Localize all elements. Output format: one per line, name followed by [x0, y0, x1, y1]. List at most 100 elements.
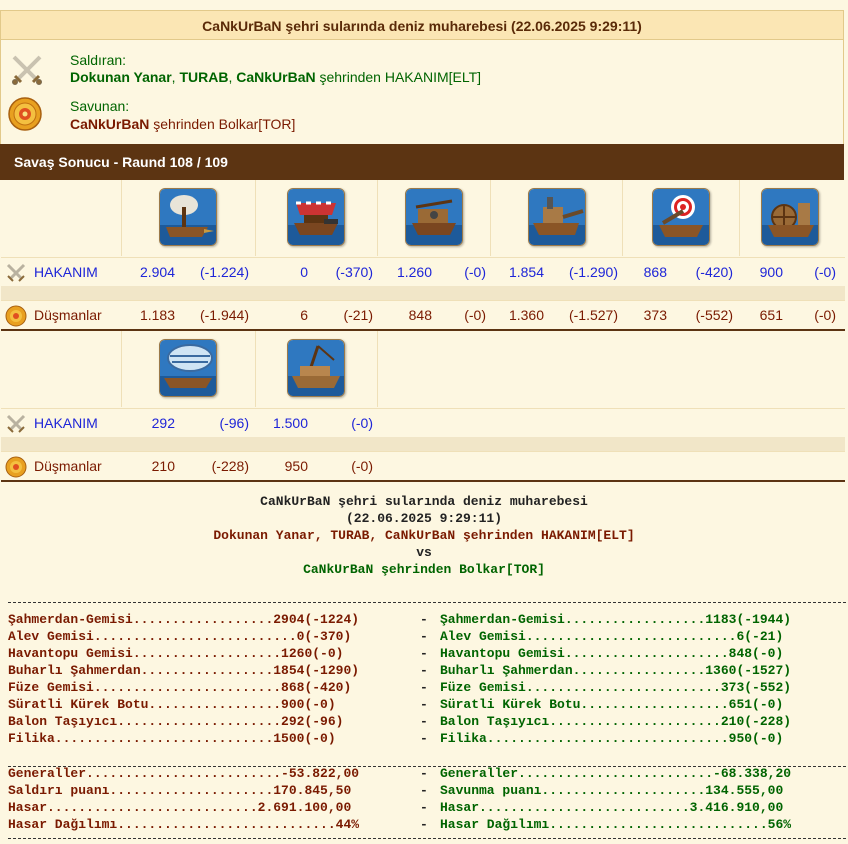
attacker-row-label: HAKANIM [1, 409, 121, 437]
report-unit-attacker: Füze Gemisi........................868(-… [8, 680, 352, 695]
report-title: CaNkUrBaN şehri sularında deniz muharebe… [260, 494, 588, 509]
attacker-player-2[interactable]: TURAB [179, 69, 228, 85]
report-stat-attacker: Generaller.........................-53.8… [8, 766, 360, 781]
report-unit-attacker: Süratli Kürek Botu.................900(-… [8, 697, 336, 712]
report-unit-defender: Havantopu Gemisi.....................848… [440, 646, 784, 661]
defender-row-1: Düşmanlar 1.183 (-1.944) 6 (-21) 848 (-0… [1, 300, 845, 329]
ballista-ship-icon[interactable] [405, 188, 463, 246]
report-separator: - [420, 680, 428, 695]
report-unit-defender: Süratli Kürek Botu...................651… [440, 697, 784, 712]
attacker-player-3[interactable]: CaNkUrBaN [236, 69, 315, 85]
report-unit-attacker: Havantopu Gemisi...................1260(… [8, 646, 344, 661]
report-stat-defender: Savunma puanı.....................134.55… [440, 783, 784, 798]
report-separator: - [420, 663, 428, 678]
unit-loss: (-0) [814, 307, 836, 323]
unit-cell [256, 180, 378, 256]
battle-info-panel: Saldıran: Dokunan Yanar, TURAB, CaNkUrBa… [0, 40, 844, 144]
attacker-row-2: HAKANIM 292 (-96) 1.500 (-0) [1, 408, 845, 437]
attacker-player-1[interactable]: Dokunan Yanar [70, 69, 172, 85]
unit-loss: (-0) [464, 307, 486, 323]
empty-cell [378, 331, 845, 407]
defender-player[interactable]: CaNkUrBaN [70, 116, 149, 132]
unit-cell [491, 180, 623, 256]
report-unit-attacker: Filika............................1500(-… [8, 731, 336, 746]
report-defenders: CaNkUrBaN şehrinden Bolkar[TOR] [303, 562, 545, 577]
attacker-name[interactable]: HAKANIM [34, 409, 98, 437]
report-unit-defender: Alev Gemisi...........................6(… [440, 629, 784, 644]
report-unit-defender: Buharlı Şahmerdan.................1360(-… [440, 663, 792, 678]
divider [8, 602, 846, 603]
battle-result-header: Savaş Sonucu - Raund 108 / 109 [0, 144, 844, 180]
unit-count: 210 [151, 458, 175, 474]
shield-icon [5, 456, 27, 478]
unit-cell [740, 180, 845, 256]
unit-loss: (-96) [219, 415, 249, 431]
report-separator: - [420, 800, 428, 815]
unit-loss: (-0) [351, 415, 373, 431]
unit-loss: (-1.224) [199, 264, 249, 280]
unit-count: 1.854 [508, 264, 544, 280]
unit-loss: (-0) [351, 458, 373, 474]
battle-title: CaNkUrBaN şehri sularında deniz muharebe… [0, 10, 844, 40]
defender-city: şehrinden Bolkar[TOR] [149, 116, 296, 132]
report-separator: - [420, 629, 428, 644]
report-unit-defender: Füze Gemisi.........................373(… [440, 680, 792, 695]
report-unit-attacker: Alev Gemisi..........................0(-… [8, 629, 352, 644]
unit-loss: (-1.944) [199, 307, 249, 323]
tender-icon[interactable] [287, 339, 345, 397]
unit-count: 848 [408, 307, 432, 323]
defender-line: CaNkUrBaN şehrinden Bolkar[TOR] [70, 116, 295, 132]
report-unit-attacker: Balon Taşıyıcı.....................292(-… [8, 714, 344, 729]
defender-name: Düşmanlar [34, 458, 102, 474]
fire-ship-icon[interactable] [287, 188, 345, 246]
unit-count: 900 [759, 264, 783, 280]
report-vs: vs [416, 545, 432, 560]
report-separator: - [420, 783, 428, 798]
shield-icon [8, 97, 42, 131]
attacker-label: Saldıran: [70, 52, 127, 68]
steam-ram-icon[interactable] [528, 188, 586, 246]
unit-count: 1.260 [396, 264, 432, 280]
crossed-swords-icon [12, 55, 42, 85]
paddle-speedboat-icon[interactable] [761, 188, 819, 246]
report-unit-defender: Şahmerdan-Gemisi..................1183(-… [440, 612, 792, 627]
report-stat-defender: Generaller.........................-68.3… [440, 766, 792, 781]
report-unit-attacker: Buharlı Şahmerdan.................1854(-… [8, 663, 360, 678]
report-separator: - [420, 731, 428, 746]
crossed-swords-icon [6, 414, 26, 433]
unit-count: 950 [284, 458, 308, 474]
balloon-carrier-icon[interactable] [159, 339, 217, 397]
unit-loss: (-1.527) [568, 307, 618, 323]
unit-loss: (-420) [695, 264, 733, 280]
crossed-swords-icon [6, 263, 26, 282]
unit-count: 1.360 [508, 307, 544, 323]
unit-count: 292 [151, 415, 175, 431]
ram-ship-icon[interactable] [159, 188, 217, 246]
unit-loss: (-370) [335, 264, 373, 280]
report-separator: - [420, 697, 428, 712]
report-unit-defender: Balon Taşıyıcı......................210(… [440, 714, 792, 729]
unit-loss: (-0) [464, 264, 486, 280]
unit-cell [256, 331, 378, 407]
unit-loss: (-21) [343, 307, 373, 323]
attacker-city: şehrinden HAKANIM[ELT] [315, 69, 482, 85]
unit-count: 2.904 [139, 264, 175, 280]
defender-row-label: Düşmanlar [1, 301, 121, 329]
unit-count: 373 [643, 307, 667, 323]
defender-name: Düşmanlar [34, 307, 102, 323]
unit-count: 651 [759, 307, 783, 323]
report-unit-attacker: Şahmerdan-Gemisi..................2904(-… [8, 612, 360, 627]
unit-cell [122, 331, 256, 407]
report-date: (22.06.2025 9:29:11) [345, 511, 503, 526]
unit-cell [122, 180, 256, 256]
defender-row-2: Düşmanlar 210 (-228) 950 (-0) [1, 451, 845, 480]
attacker-name[interactable]: HAKANIM [34, 258, 98, 286]
report-stat-defender: Hasar Dağılımı..........................… [440, 817, 792, 832]
rocket-ship-icon[interactable] [652, 188, 710, 246]
row-separator [1, 437, 845, 451]
unit-loss: (-1.290) [568, 264, 618, 280]
report-stat-attacker: Hasar Dağılımı..........................… [8, 817, 360, 832]
defender-row-label: Düşmanlar [1, 452, 121, 480]
attacker-line: Dokunan Yanar, TURAB, CaNkUrBaN şehrinde… [70, 69, 481, 85]
attacker-row-1: HAKANIM 2.904 (-1.224) 0 (-370) 1.260 (-… [1, 257, 845, 286]
